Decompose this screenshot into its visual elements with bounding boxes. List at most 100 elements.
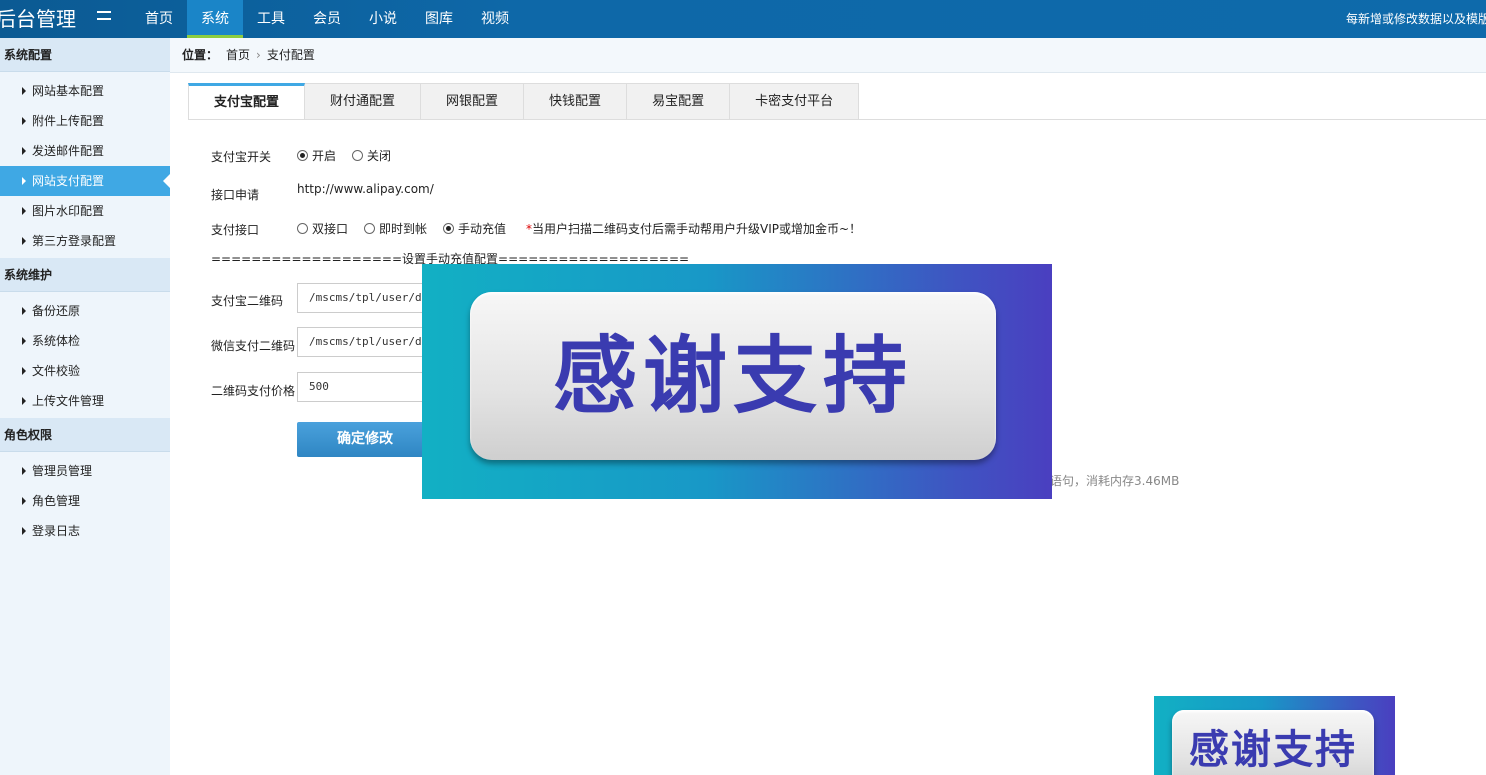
sidebar-item-health-check[interactable]: 系统体检: [0, 326, 170, 356]
caret-right-icon: [22, 397, 26, 405]
apply-link[interactable]: http://www.alipay.com/: [297, 182, 434, 196]
caret-right-icon: [22, 207, 26, 215]
sidebar-item-label: 网站支付配置: [32, 174, 105, 188]
sidebar-item-backup[interactable]: 备份还原: [0, 296, 170, 326]
caret-right-icon: [22, 237, 26, 245]
apply-label: 接口申请: [211, 188, 260, 202]
nav-novels[interactable]: 小说: [355, 0, 411, 38]
sidebar-item-label: 上传文件管理: [32, 394, 105, 408]
breadcrumb-home-link[interactable]: 首页: [226, 48, 250, 62]
sidebar-item-roles[interactable]: 角色管理: [0, 486, 170, 516]
breadcrumb: 位置： 首页 › 支付配置: [170, 38, 1486, 73]
footer-stats: 语句，消耗内存3.46MB: [1050, 474, 1180, 488]
nav-members[interactable]: 会员: [299, 0, 355, 38]
breadcrumb-label: 位置：: [182, 48, 219, 62]
header-notice: 每新增或修改数据以及模版: [1346, 12, 1486, 26]
sidebar-group-title[interactable]: 系统配置: [0, 38, 170, 72]
sidebar-item-label: 第三方登录配置: [32, 234, 117, 248]
caret-right-icon: [22, 87, 26, 95]
breadcrumb-current: 支付配置: [266, 48, 315, 62]
sidebar-group-title[interactable]: 系统维护: [0, 258, 170, 292]
tab-divider: [188, 119, 1486, 120]
caret-right-icon: [22, 497, 26, 505]
payment-interface-note: *当用户扫描二维码支付后需手动帮用户升级VIP或增加金币~！: [526, 220, 861, 237]
nav-system[interactable]: 系统: [187, 0, 243, 38]
alipay-qr-label: 支付宝二维码: [211, 294, 284, 308]
caret-right-icon: [22, 527, 26, 535]
radio-option-dual[interactable]: 双接口: [297, 220, 348, 237]
sidebar-item-label: 附件上传配置: [32, 114, 105, 128]
radio-unchecked-icon[interactable]: [364, 223, 376, 234]
thanks-banner-text: 感谢支持: [1172, 710, 1374, 775]
caret-right-icon: [22, 177, 26, 185]
tab-yeepay[interactable]: 易宝配置: [627, 83, 731, 120]
sidebar-item-label: 管理员管理: [32, 464, 93, 478]
sidebar-item-label: 角色管理: [32, 494, 81, 508]
nav-videos[interactable]: 视频: [467, 0, 523, 38]
tab-99bill[interactable]: 快钱配置: [524, 83, 628, 120]
sidebar-item-email[interactable]: 发送邮件配置: [0, 136, 170, 166]
sidebar-item-label: 网站基本配置: [32, 84, 105, 98]
radio-checked-icon[interactable]: [297, 150, 308, 161]
thanks-banner-text: 感谢支持: [470, 292, 996, 460]
radio-unchecked-icon[interactable]: [352, 150, 364, 161]
caret-right-icon: [22, 147, 26, 155]
sidebar-item-uploads[interactable]: 上传文件管理: [0, 386, 170, 416]
sidebar-item-label: 图片水印配置: [32, 204, 105, 218]
radio-label: 双接口: [312, 222, 349, 236]
sidebar-item-label: 登录日志: [32, 524, 81, 538]
caret-right-icon: [22, 367, 26, 375]
radio-option-instant[interactable]: 即时到帐: [364, 220, 427, 237]
submit-button[interactable]: 确定修改: [297, 422, 433, 457]
radio-unchecked-icon[interactable]: [297, 223, 308, 234]
caret-right-icon: [22, 337, 26, 345]
sidebar: 系统配置 网站基本配置 附件上传配置 发送邮件配置 网站支付配置 图片水印配置 …: [0, 38, 170, 775]
top-navbar: 后台管理 首页 系统 工具 会员 小说 图库 视频 每新增或修改数据以及模版: [0, 0, 1486, 38]
tab-card-platform[interactable]: 卡密支付平台: [730, 83, 860, 120]
sidebar-item-file-verify[interactable]: 文件校验: [0, 356, 170, 386]
wechat-qr-label: 微信支付二维码: [211, 339, 296, 353]
radio-label: 关闭: [367, 149, 392, 163]
sidebar-item-admins[interactable]: 管理员管理: [0, 456, 170, 486]
radio-label: 即时到帐: [379, 222, 428, 236]
note-text: 当用户扫描二维码支付后需手动帮用户升级VIP或增加金币~！: [532, 222, 862, 236]
nav-gallery[interactable]: 图库: [411, 0, 467, 38]
sidebar-item-payment[interactable]: 网站支付配置: [0, 166, 170, 196]
nav-home[interactable]: 首页: [131, 0, 187, 38]
alipay-switch-label: 支付宝开关: [211, 150, 272, 164]
radio-option-manual[interactable]: 手动充值: [443, 220, 506, 237]
menu-toggle-icon[interactable]: [97, 11, 111, 27]
sidebar-item-label: 文件校验: [32, 364, 81, 378]
radio-option-on[interactable]: 开启: [297, 147, 336, 164]
thanks-banner-small[interactable]: 感谢支持: [1154, 696, 1395, 775]
caret-right-icon: [22, 307, 26, 315]
tab-alipay[interactable]: 支付宝配置: [188, 83, 306, 120]
thanks-banner-large[interactable]: 感谢支持: [422, 264, 1052, 499]
payment-interface-radio-group: 双接口 即时到帐 手动充值 *当用户扫描二维码支付后需手动帮用户升级VIP或增加…: [297, 220, 861, 237]
tab-tenpay[interactable]: 财付通配置: [305, 83, 422, 120]
sidebar-item-login-log[interactable]: 登录日志: [0, 516, 170, 546]
radio-label: 手动充值: [458, 222, 507, 236]
breadcrumb-separator-icon: ›: [256, 48, 261, 62]
radio-label: 开启: [312, 149, 337, 163]
alipay-switch-radio-group: 开启 关闭: [297, 147, 407, 164]
nav-tools[interactable]: 工具: [243, 0, 299, 38]
sidebar-item-oauth[interactable]: 第三方登录配置: [0, 226, 170, 256]
radio-checked-icon[interactable]: [443, 223, 455, 234]
radio-option-off[interactable]: 关闭: [352, 147, 391, 164]
caret-right-icon: [22, 467, 26, 475]
sidebar-item-site-basic[interactable]: 网站基本配置: [0, 76, 170, 106]
caret-right-icon: [22, 117, 26, 125]
sidebar-item-upload[interactable]: 附件上传配置: [0, 106, 170, 136]
sidebar-item-label: 备份还原: [32, 304, 81, 318]
app-logo: 后台管理: [0, 7, 76, 31]
qr-price-label: 二维码支付价格: [211, 384, 296, 398]
tab-bank[interactable]: 网银配置: [421, 83, 525, 120]
payment-interface-label: 支付接口: [211, 223, 260, 237]
config-tabs: 支付宝配置 财付通配置 网银配置 快钱配置 易宝配置 卡密支付平台: [188, 83, 860, 120]
sidebar-item-label: 发送邮件配置: [32, 144, 105, 158]
sidebar-item-watermark[interactable]: 图片水印配置: [0, 196, 170, 226]
top-nav: 首页 系统 工具 会员 小说 图库 视频: [131, 0, 523, 38]
sidebar-item-label: 系统体检: [32, 334, 81, 348]
sidebar-group-title[interactable]: 角色权限: [0, 418, 170, 452]
